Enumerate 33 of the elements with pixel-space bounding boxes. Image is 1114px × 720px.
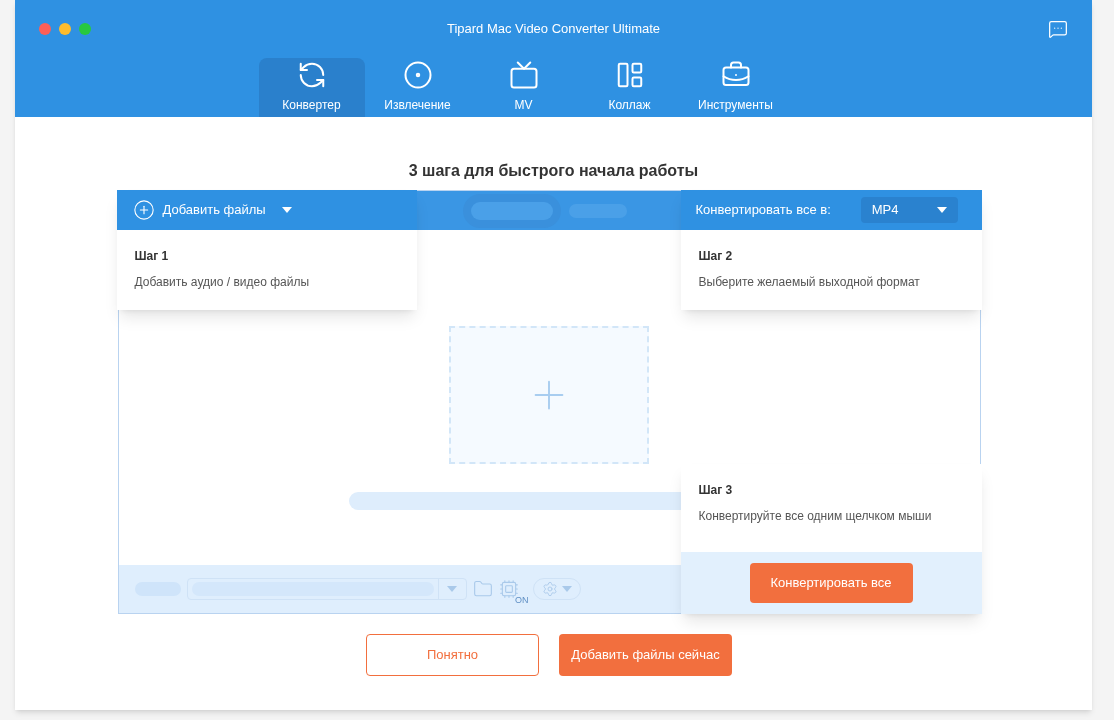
close-icon[interactable]: [39, 23, 51, 35]
chat-icon[interactable]: [1048, 19, 1068, 39]
step-description: Выберите желаемый выходной формат: [698, 274, 921, 291]
record-circle-icon: [402, 60, 433, 90]
nav-tab[interactable]: Коллаж: [576, 58, 683, 117]
convert-all-label: Конвертировать все в:: [695, 201, 831, 220]
format-dropdown[interactable]: MP4: [860, 197, 958, 223]
step-description: Добавить аудио / видео файлы: [134, 274, 311, 291]
ok-button[interactable]: Понятно: [366, 634, 539, 676]
chip-icon[interactable]: [498, 579, 519, 599]
minimize-icon[interactable]: [59, 23, 71, 35]
nav-tab[interactable]: MV: [470, 58, 577, 117]
tv-icon: [508, 60, 539, 90]
caret-icon: [281, 207, 292, 213]
nav-tab[interactable]: Извлечение: [364, 58, 471, 117]
folder-icon[interactable]: [472, 579, 493, 599]
nav-tab[interactable]: Конвертер: [258, 58, 365, 117]
caret-icon: [447, 586, 457, 592]
add-files-now-button[interactable]: Добавить файлы сейчас: [559, 634, 732, 676]
heading: 3 шага для быстрого начала работы: [408, 161, 699, 181]
step-title: Шаг 3: [698, 482, 734, 499]
plus-circle-icon: [132, 199, 155, 221]
settings-icon: [541, 581, 558, 597]
accel-label: ON: [515, 596, 529, 605]
caret-icon: [936, 207, 947, 213]
step-title: Шаг 1: [134, 248, 170, 265]
maximize-icon[interactable]: [79, 23, 91, 35]
step-title: Шаг 2: [698, 248, 734, 265]
step-description: Конвертируйте все одним щелчком мыши: [698, 508, 933, 525]
window-title: Tipard Mac Video Converter Ultimate: [446, 20, 661, 39]
convert-all-button[interactable]: Конвертировать все: [749, 563, 913, 603]
nav-tab[interactable]: Инструменты: [682, 58, 789, 117]
caret-icon: [561, 586, 572, 592]
